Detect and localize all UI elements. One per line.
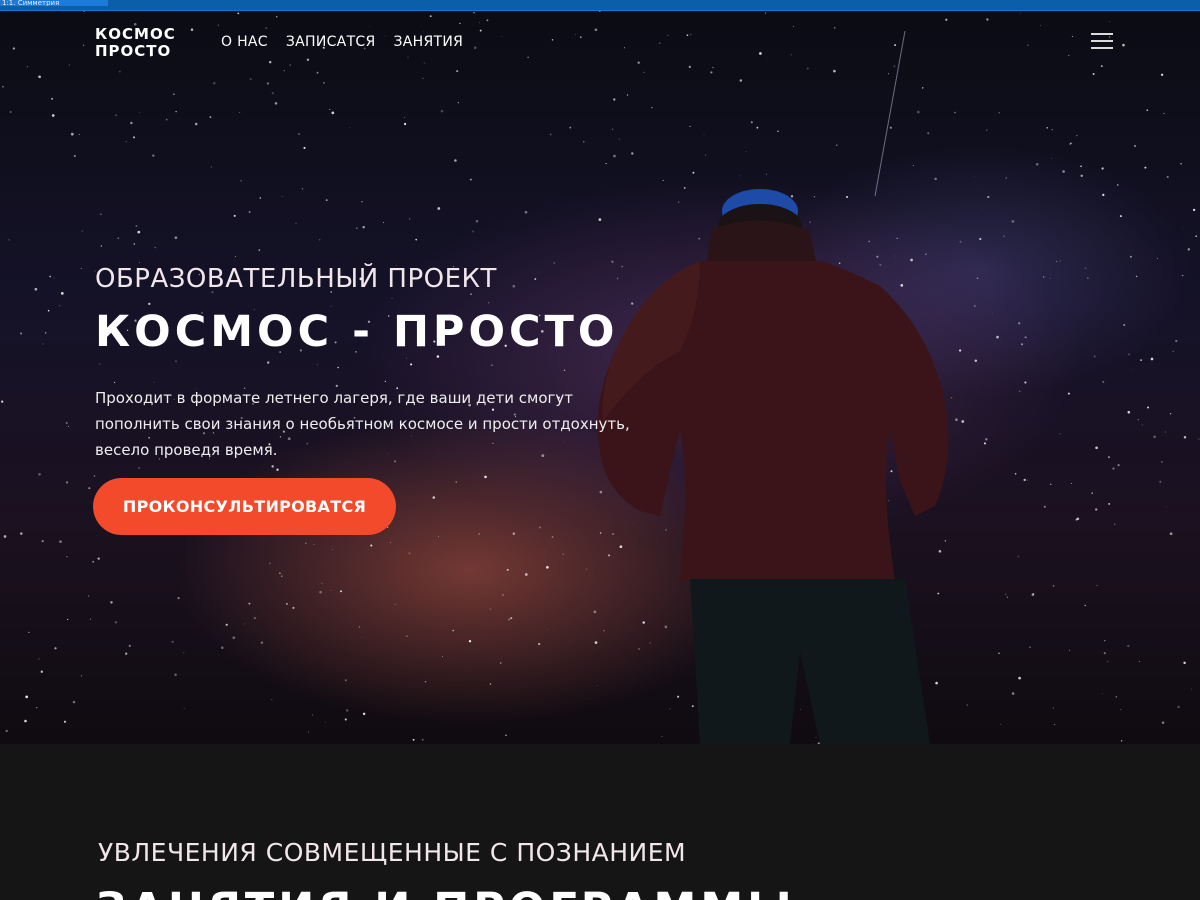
section-eyebrow: УВЛЕЧЕНИЯ СОВМЕЩЕННЫЕ С ПОЗНАНИЕМ [98, 838, 687, 867]
section-title: ЗАНЯТИЯ И ПРОГРАММЫ [96, 884, 796, 900]
browser-tab-label[interactable]: 1:1. Симметрия [0, 0, 108, 6]
nav-links: О НАС ЗАПИСАТСЯ ЗАНЯТИЯ [221, 34, 463, 50]
top-navigation: КОСМОС ПРОСТО О НАС ЗАПИСАТСЯ ЗАНЯТИЯ [0, 11, 1200, 81]
hero-eyebrow: ОБРАЗОВАТЕЛЬНЫЙ ПРОЕКТ [95, 264, 497, 294]
hero-description: Проходит в формате летнего лагеря, где в… [95, 389, 630, 459]
classes-section: УВЛЕЧЕНИЯ СОВМЕЩЕННЫЕ С ПОЗНАНИЕМ ЗАНЯТИ… [0, 744, 1200, 900]
hamburger-menu-icon[interactable] [1091, 33, 1115, 51]
nav-link-classes[interactable]: ЗАНЯТИЯ [394, 34, 464, 50]
logo-line-1: КОСМОС [95, 25, 176, 43]
logo-line-2: ПРОСТО [95, 42, 172, 60]
astronaut-silhouette-image [597, 30, 949, 744]
browser-top-bar: 1:1. Симметрия [0, 0, 1200, 11]
hero-section: КОСМОС ПРОСТО О НАС ЗАПИСАТСЯ ЗАНЯТИЯ ОБ… [0, 11, 1200, 744]
nav-link-signup[interactable]: ЗАПИСАТСЯ [286, 34, 376, 50]
consult-button[interactable]: ПРОКОНСУЛЬТИРОВАТСЯ [93, 478, 396, 535]
hero-title: КОСМОС - ПРОСТО [95, 307, 619, 357]
nav-link-about[interactable]: О НАС [221, 34, 268, 50]
site-logo[interactable]: КОСМОС ПРОСТО [95, 26, 176, 60]
